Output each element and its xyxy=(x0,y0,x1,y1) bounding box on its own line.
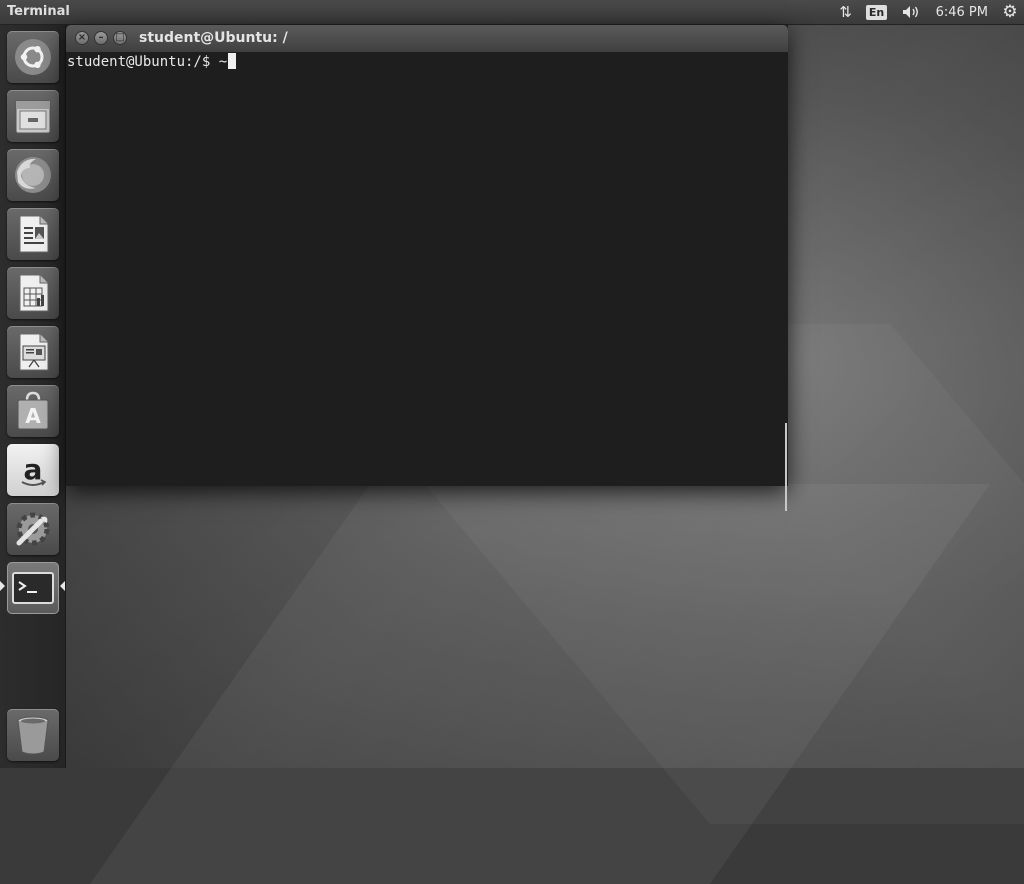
launcher-running-indicator xyxy=(0,581,5,591)
keyboard-indicator[interactable]: En xyxy=(860,0,894,24)
close-button[interactable]: × xyxy=(75,31,89,45)
settings-icon xyxy=(16,512,50,546)
launcher-item-writer[interactable] xyxy=(7,208,59,260)
prompt-line: student@Ubuntu:/$ ~ xyxy=(67,53,237,71)
indicator-area: ⇅ En 6:46 PM ⚙ xyxy=(832,0,1024,24)
ubuntu-logo-icon xyxy=(15,39,51,75)
launcher-focus-indicator xyxy=(60,581,65,591)
impress-presentation-icon xyxy=(19,333,49,371)
launcher-item-settings[interactable] xyxy=(7,503,59,555)
volume-icon[interactable] xyxy=(894,0,930,24)
launcher-item-calc[interactable] xyxy=(7,267,59,319)
window-titlebar[interactable]: × – □ student@Ubuntu: / xyxy=(66,25,788,52)
file-cabinet-icon xyxy=(15,100,51,134)
top-panel: Terminal ⇅ En 6:46 PM ⚙ xyxy=(0,0,1024,25)
gear-icon[interactable]: ⚙ xyxy=(996,0,1024,24)
minimize-button[interactable]: – xyxy=(94,31,108,45)
terminal-text-area[interactable]: student@Ubuntu:/$ ~ xyxy=(66,52,788,511)
software-center-icon: A xyxy=(17,391,49,430)
svg-text:a: a xyxy=(24,453,43,486)
calc-spreadsheet-icon xyxy=(19,274,49,312)
firefox-icon xyxy=(15,157,51,193)
terminal-window[interactable]: × – □ student@Ubuntu: / student@Ubuntu:/… xyxy=(66,25,788,511)
launcher-item-dash[interactable] xyxy=(7,31,59,83)
text-cursor xyxy=(228,53,237,69)
launcher-item-software[interactable]: A xyxy=(7,385,59,437)
launcher-item-trash[interactable] xyxy=(7,709,59,761)
keyboard-layout-label: En xyxy=(865,4,888,20)
window-title: student@Ubuntu: / xyxy=(139,30,288,46)
launcher-item-impress[interactable] xyxy=(7,326,59,378)
launcher-item-amazon[interactable]: a xyxy=(7,444,59,496)
launcher-item-firefox[interactable] xyxy=(7,149,59,201)
shell-prompt: student@Ubuntu:/$ ~ xyxy=(67,54,228,70)
svg-text:A: A xyxy=(25,404,41,428)
active-app-title: Terminal xyxy=(7,4,70,19)
launcher: A a xyxy=(0,25,66,768)
scrollbar[interactable] xyxy=(785,423,787,511)
terminal-icon xyxy=(12,572,54,604)
trash-icon xyxy=(17,716,49,755)
launcher-item-terminal[interactable] xyxy=(7,562,59,614)
writer-document-icon xyxy=(19,215,49,253)
clock[interactable]: 6:46 PM xyxy=(930,0,996,24)
network-updown-icon[interactable]: ⇅ xyxy=(832,0,860,24)
launcher-item-files[interactable] xyxy=(7,90,59,142)
maximize-button[interactable]: □ xyxy=(113,31,127,45)
amazon-icon: a xyxy=(21,453,47,486)
